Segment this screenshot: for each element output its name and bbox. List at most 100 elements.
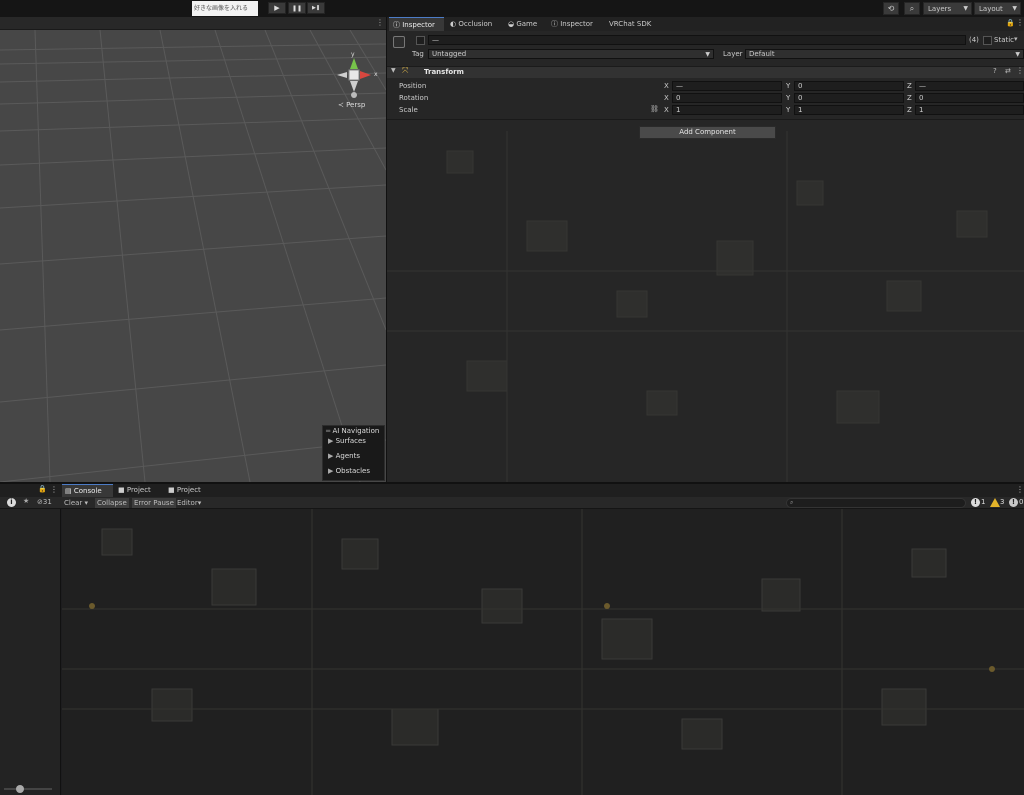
folder-icon: ■ [168, 486, 177, 494]
chevron-down-icon: ▼ [1015, 50, 1020, 59]
warning-icon[interactable] [990, 498, 1000, 507]
console-side-strip [0, 509, 61, 795]
folder-icon: ■ [118, 486, 127, 494]
ai-nav-item-obstacles[interactable]: ▶ Obstacles [328, 467, 370, 475]
tab-vrchat-sdk[interactable]: VRChat SDK [605, 17, 663, 31]
tab-occlusion[interactable]: ◐ Occlusion [446, 17, 502, 31]
position-y-field[interactable]: 0 [794, 81, 904, 91]
zoom-slider-handle[interactable] [16, 785, 24, 793]
pause-button[interactable]: ❚❚ [288, 2, 306, 14]
tab-console[interactable]: ▤ Console [62, 484, 113, 497]
more-options-icon[interactable]: ⋮ [1016, 485, 1024, 494]
position-x-field[interactable]: — [672, 81, 782, 91]
chevron-down-icon: ▾ [198, 499, 202, 507]
step-button[interactable]: ▶❚ [307, 2, 325, 14]
more-options-icon[interactable]: ⋮ [376, 18, 384, 27]
info-icon: ⓘ [393, 21, 402, 29]
scale-x-field[interactable]: 1 [672, 105, 782, 115]
projection-label[interactable]: ≺ Persp [338, 101, 365, 109]
rotation-x-field[interactable]: 0 [672, 93, 782, 103]
hidden-count[interactable]: ⊘31 [37, 498, 52, 506]
collapse-button[interactable]: Collapse [95, 498, 129, 508]
caret-right-icon: ▶ [328, 467, 336, 475]
ai-navigation-overlay: ═ AI Navigation ▶ Surfaces ▶ Agents ▶ Ob… [322, 425, 385, 481]
tag-dropdown[interactable]: Untagged▼ [428, 49, 714, 59]
history-icon[interactable]: ⟲ [883, 2, 899, 15]
transform-component-header[interactable] [387, 66, 1024, 78]
editor-dropdown[interactable]: Editor▾ [175, 498, 203, 508]
scale-y-field[interactable]: 1 [794, 105, 904, 115]
preset-icon[interactable]: ⇄ [1005, 67, 1011, 75]
tab-game[interactable]: ◒ Game [504, 17, 542, 31]
z-axis-label: Z [907, 106, 912, 114]
object-count-label: (4) [969, 36, 979, 44]
rotation-label: Rotation [399, 94, 428, 102]
rotation-y-field[interactable]: 0 [794, 93, 904, 103]
scale-label: Scale [399, 106, 418, 114]
error-pause-button[interactable]: Error Pause [132, 498, 176, 508]
active-checkbox[interactable] [416, 36, 425, 45]
transform-title: Transform [424, 68, 464, 76]
ai-nav-item-agents[interactable]: ▶ Agents [328, 452, 360, 460]
x-axis-label: X [664, 94, 669, 102]
rotation-z-field[interactable]: 0 [915, 93, 1024, 103]
chevron-down-icon: ▼ [1012, 3, 1017, 15]
position-z-field[interactable]: — [915, 81, 1024, 91]
info-count[interactable]: 1 [981, 498, 985, 506]
error-icon[interactable]: ! [1009, 498, 1018, 507]
ai-nav-item-surfaces[interactable]: ▶ Surfaces [328, 437, 366, 445]
tab-inspector[interactable]: ⓘ Inspector [389, 17, 444, 31]
foldout-arrow-icon[interactable]: ▼ [391, 67, 396, 74]
ai-navigation-title: ═ AI Navigation [326, 427, 379, 435]
chevron-down-icon: ▼ [705, 50, 710, 59]
info-icon[interactable]: i [7, 498, 16, 507]
play-button[interactable]: ▶ [268, 2, 286, 14]
console-icon: ▤ [65, 487, 74, 495]
caret-right-icon: ▶ [328, 452, 336, 460]
layout-dropdown[interactable]: Layout▼ [974, 2, 1021, 15]
transform-icon: ⤧ [402, 66, 408, 76]
gizmo-x-label: x [374, 71, 378, 78]
y-axis-label: Y [786, 94, 790, 102]
chevron-down-icon: ▼ [963, 3, 968, 15]
chevron-down-icon: ▾ [85, 499, 89, 507]
lock-icon[interactable]: 🔒 [38, 485, 47, 493]
layer-dropdown[interactable]: Default▼ [745, 49, 1024, 59]
chevron-down-icon[interactable]: ▾ [1014, 35, 1018, 43]
position-label: Position [399, 82, 426, 90]
more-options-icon[interactable]: ⋮ [1016, 66, 1024, 75]
info-icon[interactable]: ! [971, 498, 980, 507]
console-search-input[interactable]: ⌕ [786, 498, 966, 508]
background-pattern [62, 509, 1024, 795]
tab-inspector-2[interactable]: ⓘ Inspector [547, 17, 601, 31]
more-options-icon[interactable]: ⋮ [1016, 18, 1024, 27]
add-component-button[interactable]: Add Component [639, 126, 776, 139]
clear-dropdown[interactable]: Clear ▾ [62, 498, 90, 508]
error-count[interactable]: 0 [1019, 498, 1023, 506]
static-checkbox[interactable] [983, 36, 992, 45]
x-axis-label: X [664, 82, 669, 90]
panel-separator [386, 17, 387, 483]
link-icon[interactable]: ⛓ [650, 105, 659, 113]
scene-view[interactable] [0, 30, 386, 482]
warning-count[interactable]: 3 [1000, 498, 1004, 506]
orientation-gizmo-icon[interactable] [333, 52, 377, 98]
search-icon[interactable]: ⌕ [904, 2, 920, 15]
scene-toolbar [0, 17, 386, 30]
scale-z-field[interactable]: 1 [915, 105, 1024, 115]
tab-project-2[interactable]: ■ Project [165, 484, 215, 497]
image-placeholder-field[interactable]: 好きな画像を入れる [192, 1, 258, 16]
star-icon[interactable]: ★ [23, 497, 29, 505]
tab-project[interactable]: ■ Project [115, 484, 165, 497]
search-icon: ⌕ [790, 499, 793, 507]
z-axis-label: Z [907, 82, 912, 90]
layers-dropdown[interactable]: Layers▼ [923, 2, 972, 15]
console-log-area[interactable] [62, 509, 1024, 795]
zoom-slider[interactable] [4, 788, 52, 790]
x-axis-label: X [664, 106, 669, 114]
y-axis-label: Y [786, 106, 790, 114]
help-icon[interactable]: ? [993, 67, 997, 75]
more-options-icon[interactable]: ⋮ [50, 485, 58, 494]
object-name-field[interactable]: — [428, 35, 966, 45]
lock-icon[interactable]: 🔒 [1006, 19, 1015, 27]
